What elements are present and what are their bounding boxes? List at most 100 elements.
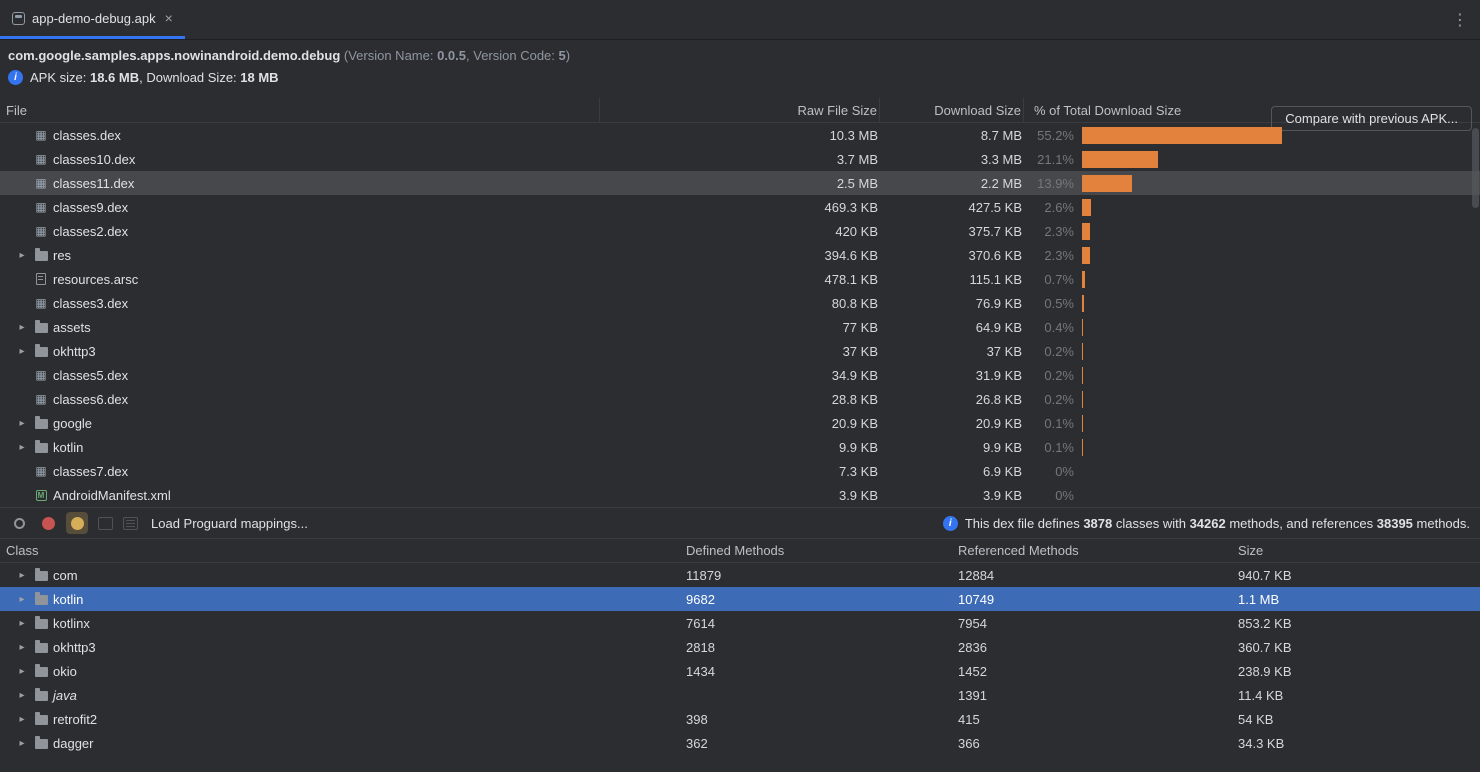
chevron-right-icon[interactable]: ▸	[12, 666, 32, 677]
chevron-right-icon[interactable]: ▸	[12, 618, 32, 629]
file-row[interactable]: MAndroidManifest.xml 3.9 KB 3.9 KB 0%	[0, 483, 1480, 507]
class-row[interactable]: ▸dagger 362 366 34.3 KB	[0, 731, 1480, 755]
file-row[interactable]: ▦classes.dex 10.3 MB 8.7 MB 55.2%	[0, 123, 1480, 147]
class-row[interactable]: ▸retrofit2 398 415 54 KB	[0, 707, 1480, 731]
file-row[interactable]: ▸okhttp3 37 KB 37 KB 0.2%	[0, 339, 1480, 363]
file-table-rows: ▦classes.dex 10.3 MB 8.7 MB 55.2% ▦class…	[0, 123, 1480, 507]
file-row[interactable]: ▦classes6.dex 28.8 KB 26.8 KB 0.2%	[0, 387, 1480, 411]
class-row-selected[interactable]: ▸kotlin 9682 10749 1.1 MB	[0, 587, 1480, 611]
folder-icon	[32, 417, 50, 429]
folder-icon	[32, 321, 50, 333]
class-row[interactable]: ▸okhttp3 2818 2836 360.7 KB	[0, 635, 1480, 659]
raw-size-cell: 37 KB	[600, 344, 880, 359]
show-fields-toggle-icon[interactable]	[8, 512, 30, 534]
chevron-right-icon[interactable]: ▸	[12, 418, 32, 429]
size-cell: 1.1 MB	[1232, 592, 1480, 607]
download-size-cell: 2.2 MB	[880, 176, 1024, 191]
pct-cell: 0.2%	[1024, 392, 1074, 407]
folder-icon	[32, 345, 50, 357]
tab-apk-analyzer[interactable]: app-demo-debug.apk ×	[0, 0, 185, 39]
chevron-right-icon[interactable]: ▸	[12, 570, 32, 581]
show-methods-toggle-icon[interactable]	[37, 512, 59, 534]
size-cell: 853.2 KB	[1232, 616, 1480, 631]
package-line: com.google.samples.apps.nowinandroid.dem…	[0, 40, 1480, 65]
chevron-right-icon[interactable]: ▸	[12, 738, 32, 749]
chevron-right-icon[interactable]: ▸	[12, 442, 32, 453]
editor-tab-bar: app-demo-debug.apk × ⋮	[0, 0, 1480, 40]
download-pct-bar	[1082, 223, 1090, 240]
column-header-defined-methods[interactable]: Defined Methods	[680, 543, 952, 558]
defined-methods-cell: 398	[680, 712, 952, 727]
chevron-right-icon[interactable]: ▸	[12, 250, 32, 261]
chevron-right-icon[interactable]: ▸	[12, 642, 32, 653]
download-pct-bar	[1082, 175, 1132, 192]
download-pct-bar	[1082, 391, 1083, 408]
download-size-cell: 26.8 KB	[880, 392, 1024, 407]
size-cell: 34.3 KB	[1232, 736, 1480, 751]
class-row[interactable]: ▸kotlinx 7614 7954 853.2 KB	[0, 611, 1480, 635]
load-proguard-mappings-link[interactable]: Load Proguard mappings...	[151, 516, 308, 531]
pct-cell: 0.5%	[1024, 296, 1074, 311]
file-row[interactable]: ▦classes9.dex 469.3 KB 427.5 KB 2.6%	[0, 195, 1480, 219]
chevron-right-icon[interactable]: ▸	[12, 346, 32, 357]
info-icon: i	[943, 516, 958, 531]
tab-label: app-demo-debug.apk	[32, 11, 156, 26]
file-row[interactable]: ▦classes7.dex 7.3 KB 6.9 KB 0%	[0, 459, 1480, 483]
apply-mappings-icon[interactable]	[123, 517, 138, 530]
download-size-cell: 6.9 KB	[880, 464, 1024, 479]
defined-methods-cell: 7614	[680, 616, 952, 631]
file-row[interactable]: ▸kotlin 9.9 KB 9.9 KB 0.1%	[0, 435, 1480, 459]
pct-cell: 13.9%	[1024, 176, 1074, 191]
show-referenced-toggle-icon[interactable]	[66, 512, 88, 534]
column-header-referenced-methods[interactable]: Referenced Methods	[952, 543, 1232, 558]
folder-icon	[32, 249, 50, 261]
pct-cell: 0.4%	[1024, 320, 1074, 335]
pct-cell: 21.1%	[1024, 152, 1074, 167]
file-row[interactable]: ▦classes10.dex 3.7 MB 3.3 MB 21.1%	[0, 147, 1480, 171]
column-header-raw-size[interactable]: Raw File Size	[600, 98, 880, 122]
pct-cell: 0.1%	[1024, 416, 1074, 431]
class-table-header: Class Defined Methods Referenced Methods…	[0, 538, 1480, 563]
download-size-cell: 9.9 KB	[880, 440, 1024, 455]
class-row[interactable]: ▸java 1391 11.4 KB	[0, 683, 1480, 707]
download-size-cell: 427.5 KB	[880, 200, 1024, 215]
file-row[interactable]: ▸google 20.9 KB 20.9 KB 0.1%	[0, 411, 1480, 435]
file-row[interactable]: ▸assets 77 KB 64.9 KB 0.4%	[0, 315, 1480, 339]
file-row[interactable]: ▦classes5.dex 34.9 KB 31.9 KB 0.2%	[0, 363, 1480, 387]
column-header-size[interactable]: Size	[1232, 543, 1480, 558]
download-pct-bar	[1082, 343, 1083, 360]
raw-size-cell: 2.5 MB	[600, 176, 880, 191]
raw-size-cell: 3.9 KB	[600, 488, 880, 503]
size-cell: 238.9 KB	[1232, 664, 1480, 679]
class-row[interactable]: ▸com 11879 12884 940.7 KB	[0, 563, 1480, 587]
chevron-right-icon[interactable]: ▸	[12, 690, 32, 701]
file-row[interactable]: ▦classes2.dex 420 KB 375.7 KB 2.3%	[0, 219, 1480, 243]
package-icon	[32, 569, 50, 581]
close-icon[interactable]: ×	[165, 10, 173, 26]
download-size-cell: 37 KB	[880, 344, 1024, 359]
file-row-selected[interactable]: ▦classes11.dex 2.5 MB 2.2 MB 13.9%	[0, 171, 1480, 195]
class-row[interactable]: ▸okio 1434 1452 238.9 KB	[0, 659, 1480, 683]
raw-size-cell: 34.9 KB	[600, 368, 880, 383]
chevron-right-icon[interactable]: ▸	[12, 594, 32, 605]
download-size-cell: 370.6 KB	[880, 248, 1024, 263]
download-size-cell: 31.9 KB	[880, 368, 1024, 383]
column-header-class[interactable]: Class	[0, 543, 680, 558]
file-row[interactable]: resources.arsc 478.1 KB 115.1 KB 0.7%	[0, 267, 1480, 291]
column-header-download-size[interactable]: Download Size	[880, 98, 1024, 122]
file-row[interactable]: ▦classes3.dex 80.8 KB 76.9 KB 0.5%	[0, 291, 1480, 315]
chevron-right-icon[interactable]: ▸	[12, 714, 32, 725]
vertical-scrollbar-thumb[interactable]	[1472, 128, 1479, 208]
pct-cell: 0%	[1024, 488, 1074, 503]
column-header-file[interactable]: File	[0, 98, 600, 122]
file-row[interactable]: ▸res 394.6 KB 370.6 KB 2.3%	[0, 243, 1480, 267]
chevron-right-icon[interactable]: ▸	[12, 322, 32, 333]
dex-file-icon: ▦	[32, 177, 50, 189]
download-pct-bar	[1082, 271, 1085, 288]
load-mappings-icon[interactable]	[98, 517, 113, 530]
more-options-icon[interactable]: ⋮	[1452, 0, 1468, 40]
info-icon: i	[8, 70, 23, 85]
version-name: 0.0.5	[437, 48, 466, 63]
pct-cell: 2.3%	[1024, 224, 1074, 239]
download-size-cell: 64.9 KB	[880, 320, 1024, 335]
